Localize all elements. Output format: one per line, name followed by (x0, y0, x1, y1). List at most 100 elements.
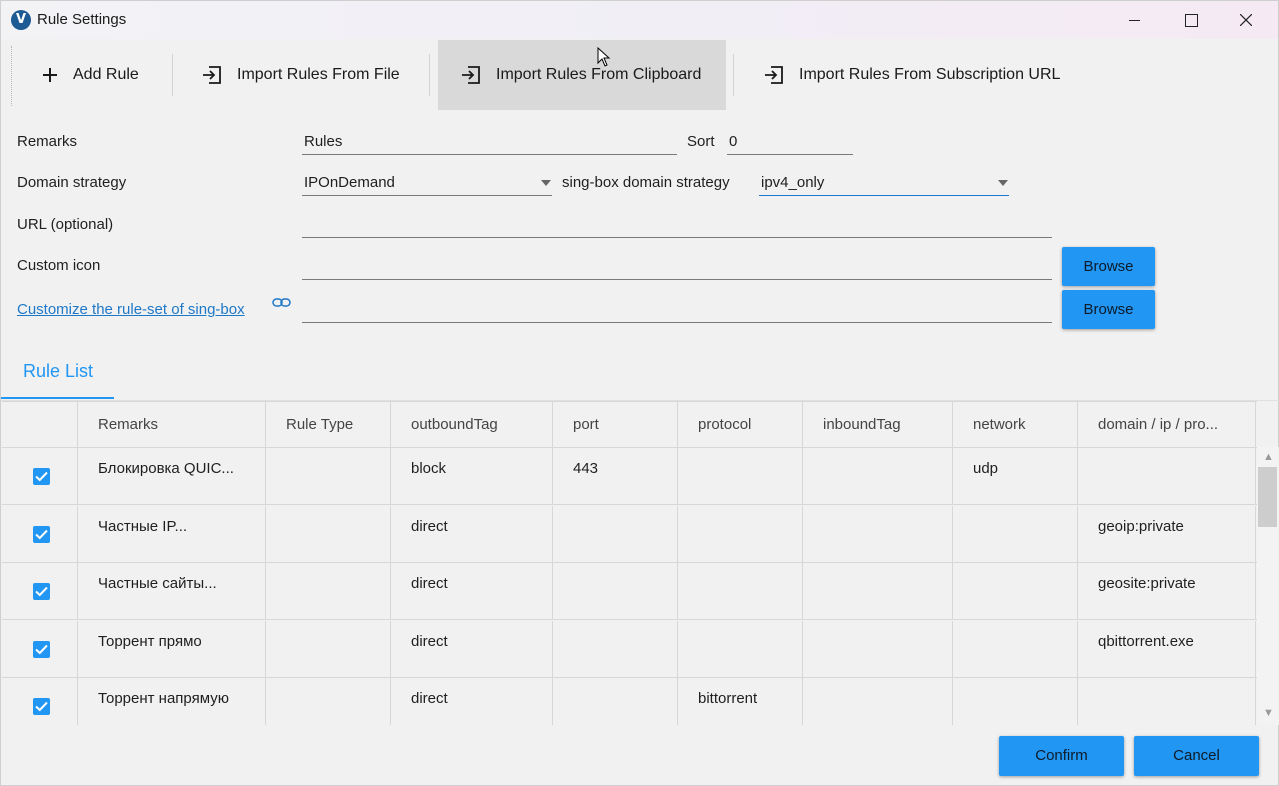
table-row[interactable]: Торрент прямо direct qbittorrent.exe (2, 620, 1257, 678)
tab-rule-list[interactable]: Rule List (1, 353, 114, 399)
remarks-input[interactable]: Rules (302, 129, 677, 155)
import-from-file-label: Import Rules From File (237, 66, 400, 83)
singbox-domain-strategy-label: sing-box domain strategy (562, 174, 730, 191)
cell-remarks: Блокировка QUIC... (78, 448, 266, 505)
row-checkbox[interactable] (33, 640, 50, 658)
cell-rule-type (266, 563, 391, 620)
cell-port (553, 678, 678, 725)
checkmark-icon (35, 586, 48, 597)
cell-inbound-tag (803, 505, 953, 563)
header-network[interactable]: network (953, 402, 1078, 448)
row-checkbox[interactable] (33, 583, 50, 600)
cell-network (953, 620, 1078, 678)
domain-strategy-select[interactable]: IPOnDemand (302, 170, 552, 196)
header-remarks[interactable]: Remarks (78, 402, 266, 448)
header-protocol[interactable]: protocol (678, 402, 803, 448)
cell-domain: qbittorrent.exe (1078, 620, 1256, 678)
cell-outbound-tag: direct (391, 563, 553, 620)
sort-input[interactable]: 0 (727, 129, 853, 155)
chevron-down-icon (998, 180, 1008, 186)
tab-rule-list-label: Rule List (23, 361, 94, 381)
add-rule-button[interactable]: Add Rule (41, 40, 171, 110)
table-row[interactable]: Частные сайты... direct geosite:private (2, 563, 1257, 620)
toolbar-separator (172, 54, 173, 96)
cell-network (953, 678, 1078, 725)
import-icon (203, 66, 221, 84)
import-from-clipboard-label: Import Rules From Clipboard (496, 66, 702, 83)
scrollbar-thumb[interactable] (1258, 467, 1277, 527)
cell-remarks: Торрент прямо (78, 620, 266, 678)
cell-port (553, 620, 678, 678)
domain-strategy-label: Domain strategy (17, 174, 127, 191)
header-domain[interactable]: domain / ip / pro... (1078, 402, 1256, 448)
row-checkbox[interactable] (33, 525, 50, 543)
custom-icon-input[interactable] (302, 254, 1052, 280)
scroll-up-icon[interactable]: ▲ (1263, 451, 1274, 463)
cell-rule-type (266, 448, 391, 505)
cell-select (2, 563, 78, 620)
table-row[interactable]: Частные IP... direct geoip:private (2, 505, 1257, 563)
url-input[interactable] (302, 212, 1052, 238)
checkmark-icon (35, 701, 48, 712)
minimize-button[interactable] (1111, 1, 1157, 39)
header-rule-type[interactable]: Rule Type (266, 402, 391, 448)
cell-port: 443 (553, 448, 678, 505)
cell-select (2, 448, 78, 505)
customize-ruleset-link[interactable]: Customize the rule-set of sing-box (17, 301, 245, 318)
import-icon (462, 66, 480, 84)
close-button[interactable] (1223, 1, 1269, 39)
cell-port (553, 563, 678, 620)
row-checkbox[interactable] (33, 698, 50, 715)
cell-inbound-tag (803, 678, 953, 725)
browse-custom-icon-button[interactable]: Browse (1062, 247, 1155, 286)
header-inbound-tag[interactable]: inboundTag (803, 402, 953, 448)
add-rule-label: Add Rule (73, 66, 139, 83)
singbox-domain-strategy-value: ipv4_only (761, 174, 825, 191)
remarks-label: Remarks (17, 133, 78, 150)
checkmark-icon (35, 644, 48, 654)
toolbar: Add Rule Import Rules From File Import R… (11, 40, 1111, 110)
cell-protocol (678, 448, 803, 505)
header-outbound-tag[interactable]: outboundTag (391, 402, 553, 448)
toolbar-separator (429, 54, 430, 96)
rule-settings-window: V Rule Settings Add Rule Import Rules Fr… (0, 0, 1279, 786)
cell-select (2, 678, 78, 725)
ruleset-input[interactable] (302, 297, 1052, 323)
import-from-file-button[interactable]: Import Rules From File (201, 40, 431, 110)
cell-outbound-tag: block (391, 448, 553, 505)
header-port[interactable]: port (553, 402, 678, 448)
cell-remarks: Частные сайты... (78, 563, 266, 620)
singbox-domain-strategy-select[interactable]: ipv4_only (759, 170, 1009, 196)
domain-strategy-value: IPOnDemand (304, 174, 395, 191)
import-from-subscription-url-button[interactable]: Import Rules From Subscription URL (763, 40, 1093, 110)
chevron-down-icon (541, 180, 551, 186)
table-row[interactable]: Торрент напрямую direct bittorrent (2, 678, 1257, 725)
cell-rule-type (266, 505, 391, 563)
link-icon (272, 298, 291, 307)
row-checkbox[interactable] (33, 468, 50, 485)
cell-protocol (678, 505, 803, 563)
table-scrollbar[interactable]: ▲ ▼ (1257, 447, 1279, 725)
cell-remarks: Торрент напрямую (78, 678, 266, 725)
cell-outbound-tag: direct (391, 620, 553, 678)
browse-ruleset-button[interactable]: Browse (1062, 290, 1155, 329)
table-row[interactable]: Блокировка QUIC... block 443 udp (2, 448, 1257, 505)
app-logo-icon: V (11, 10, 31, 30)
import-from-clipboard-button[interactable]: Import Rules From Clipboard (438, 40, 726, 110)
checkmark-icon (35, 529, 48, 539)
window-title: Rule Settings (37, 11, 127, 28)
cell-domain: geosite:private (1078, 563, 1256, 620)
scroll-down-icon[interactable]: ▼ (1263, 707, 1274, 719)
cell-inbound-tag (803, 448, 953, 505)
custom-icon-label: Custom icon (17, 257, 101, 274)
confirm-button[interactable]: Confirm (999, 736, 1124, 776)
maximize-button[interactable] (1167, 1, 1213, 39)
cell-rule-type (266, 678, 391, 725)
header-select (2, 402, 78, 448)
cell-network: udp (953, 448, 1078, 505)
cell-rule-type (266, 620, 391, 678)
cell-protocol: bittorrent (678, 678, 803, 725)
table-header: Remarks Rule Type outboundTag port proto… (2, 402, 1257, 448)
toolbar-grip (11, 46, 12, 106)
cancel-button[interactable]: Cancel (1134, 736, 1259, 776)
